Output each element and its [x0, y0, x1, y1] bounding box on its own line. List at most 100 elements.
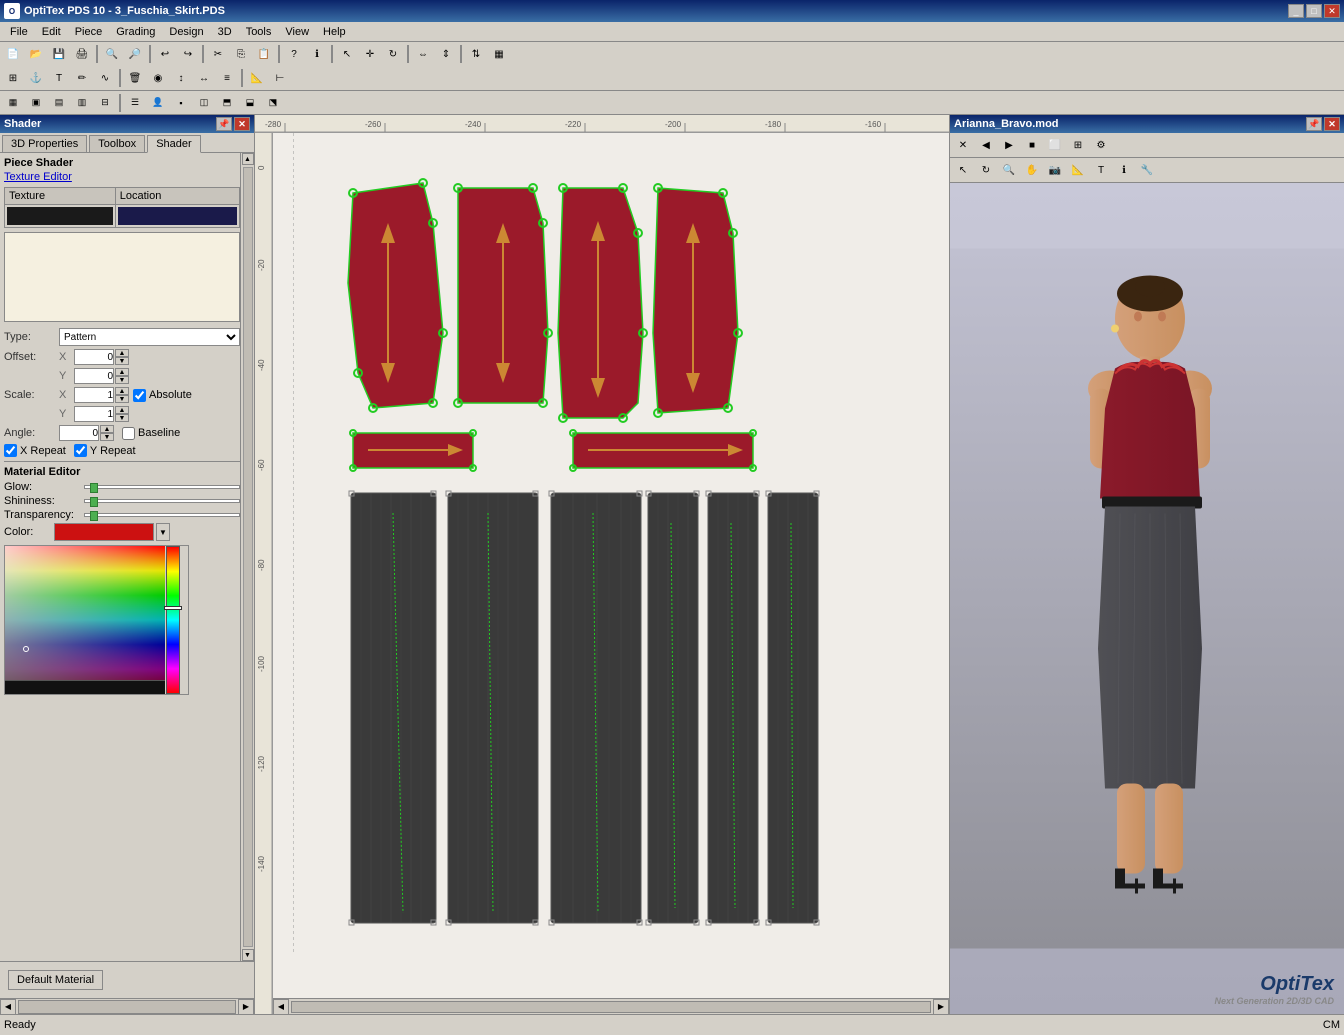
color-picker[interactable]	[4, 545, 189, 695]
3d-zoom-button[interactable]: 🔍	[998, 160, 1020, 180]
paste-button[interactable]: 📋	[253, 44, 275, 64]
transparency-thumb[interactable]	[90, 511, 98, 521]
angle-input[interactable]	[59, 425, 99, 441]
scale-x-spinner[interactable]: ▲ ▼	[115, 387, 129, 403]
tab-icon-4[interactable]: ▥	[71, 93, 93, 113]
canvas-bottom-scroll[interactable]: ◀ ▶	[273, 998, 949, 1014]
menu-design[interactable]: Design	[163, 24, 209, 40]
absolute-checkbox[interactable]	[133, 389, 146, 402]
save-button[interactable]: 💾	[48, 44, 70, 64]
canvas-scroll-right[interactable]: ▶	[933, 999, 949, 1015]
right-panel-pin[interactable]: 📌	[1306, 117, 1322, 131]
menu-grading[interactable]: Grading	[110, 24, 161, 40]
scale-y-input[interactable]	[74, 406, 114, 422]
3d-snap-button[interactable]: ⊞	[1067, 135, 1089, 155]
right-panel-close[interactable]: ✕	[1324, 117, 1340, 131]
cut-button[interactable]: ✂	[207, 44, 229, 64]
3d-prev-button[interactable]: ◀	[975, 135, 997, 155]
scale-x-down[interactable]: ▼	[115, 395, 129, 403]
select-button[interactable]: ↖	[336, 44, 358, 64]
scroll-down-button[interactable]: ▼	[242, 949, 254, 961]
scale-y-spinner[interactable]: ▲ ▼	[115, 406, 129, 422]
tab-icon-10[interactable]: ⬒	[216, 93, 238, 113]
menu-file[interactable]: File	[4, 24, 34, 40]
scroll-track[interactable]	[18, 1000, 236, 1014]
panel-close-button[interactable]: ✕	[234, 117, 250, 131]
scroll-right-button[interactable]: ▶	[238, 999, 254, 1015]
measure-button[interactable]: 📐	[246, 68, 268, 88]
tab-icon-9[interactable]: ◫	[193, 93, 215, 113]
glow-slider[interactable]	[84, 485, 240, 489]
help-button[interactable]: ?	[283, 44, 305, 64]
texture-row-1[interactable]	[5, 205, 240, 228]
location-cell[interactable]	[115, 205, 239, 228]
3d-rotate-button[interactable]: ↻	[975, 160, 997, 180]
tab-icon-3[interactable]: ▤	[48, 93, 70, 113]
menu-tools[interactable]: Tools	[240, 24, 278, 40]
type-select[interactable]: Pattern Solid	[59, 328, 240, 346]
3d-measure-button[interactable]: 📐	[1067, 160, 1089, 180]
x-repeat-checkbox[interactable]	[4, 444, 17, 457]
pen-button[interactable]: ✏	[71, 68, 93, 88]
3d-text-button[interactable]: T	[1090, 160, 1112, 180]
3d-camera-button[interactable]: 📷	[1044, 160, 1066, 180]
text-button[interactable]: T	[48, 68, 70, 88]
redo-button[interactable]: ↪	[177, 44, 199, 64]
anchor-button[interactable]: ⚓	[25, 68, 47, 88]
default-material-button[interactable]: Default Material	[8, 970, 103, 990]
tab-icon-6[interactable]: ☰	[124, 93, 146, 113]
offset-y-down[interactable]: ▼	[115, 376, 129, 384]
scroll-up-button[interactable]: ▲	[242, 153, 254, 165]
open-button[interactable]: 📂	[25, 44, 47, 64]
scale-x-input[interactable]	[74, 387, 114, 403]
menu-view[interactable]: View	[279, 24, 315, 40]
rotate-button[interactable]: ↻	[382, 44, 404, 64]
tab-icon-7[interactable]: 👤	[147, 93, 169, 113]
angle-up[interactable]: ▲	[100, 425, 114, 433]
offset-x-input[interactable]	[74, 349, 114, 365]
angle-down[interactable]: ▼	[100, 433, 114, 441]
texture-cell[interactable]	[5, 205, 116, 228]
tab-3d-properties[interactable]: 3D Properties	[2, 135, 87, 152]
3d-info-button[interactable]: ℹ	[1113, 160, 1135, 180]
menu-edit[interactable]: Edit	[36, 24, 67, 40]
tab-toolbox[interactable]: Toolbox	[89, 135, 145, 152]
transparency-slider[interactable]	[84, 513, 240, 517]
color-dropdown-button[interactable]: ▼	[156, 523, 170, 541]
3d-stop-button[interactable]: ■	[1021, 135, 1043, 155]
node-button[interactable]: ◉	[147, 68, 169, 88]
grain-button[interactable]: ⇅	[465, 44, 487, 64]
scroll-left-button[interactable]: ◀	[0, 999, 16, 1015]
dim-button[interactable]: ⊢	[269, 68, 291, 88]
delete-button[interactable]: 🗑	[124, 68, 146, 88]
baseline-checkbox[interactable]	[122, 427, 135, 440]
offset-x-spinner[interactable]: ▲ ▼	[115, 349, 129, 365]
y-repeat-checkbox[interactable]	[74, 444, 87, 457]
bottom-scrollbar[interactable]: ◀ ▶	[0, 998, 254, 1014]
undo-button[interactable]: ↩	[154, 44, 176, 64]
menu-3d[interactable]: 3D	[212, 24, 238, 40]
tab-icon-8[interactable]: ▪	[170, 93, 192, 113]
maximize-button[interactable]: □	[1306, 4, 1322, 18]
canvas-scroll-left[interactable]: ◀	[273, 999, 289, 1015]
distribute-button[interactable]: ↔	[193, 68, 215, 88]
shininess-thumb[interactable]	[90, 497, 98, 507]
new-button[interactable]: 📄	[2, 44, 24, 64]
3d-pan-button[interactable]: ✋	[1021, 160, 1043, 180]
offset-x-up[interactable]: ▲	[115, 349, 129, 357]
scroll-bar[interactable]: ▲ ▼	[240, 153, 254, 961]
curve-button[interactable]: ∿	[94, 68, 116, 88]
move-button[interactable]: ✛	[359, 44, 381, 64]
scale-y-down[interactable]: ▼	[115, 414, 129, 422]
scale-x-up[interactable]: ▲	[115, 387, 129, 395]
offset-y-spinner[interactable]: ▲ ▼	[115, 368, 129, 384]
seam-button[interactable]: ▦	[488, 44, 510, 64]
adjust-button[interactable]: ↕	[170, 68, 192, 88]
right-panel-controls[interactable]: 📌 ✕	[1306, 117, 1340, 131]
3d-next-button[interactable]: ⬜	[1044, 135, 1066, 155]
color-swatch[interactable]	[54, 523, 154, 541]
tab-icon-1[interactable]: ▦	[2, 93, 24, 113]
snap-button[interactable]: ⊞	[2, 68, 24, 88]
hue-slider[interactable]	[166, 546, 180, 694]
color-crosshair[interactable]	[23, 646, 29, 652]
